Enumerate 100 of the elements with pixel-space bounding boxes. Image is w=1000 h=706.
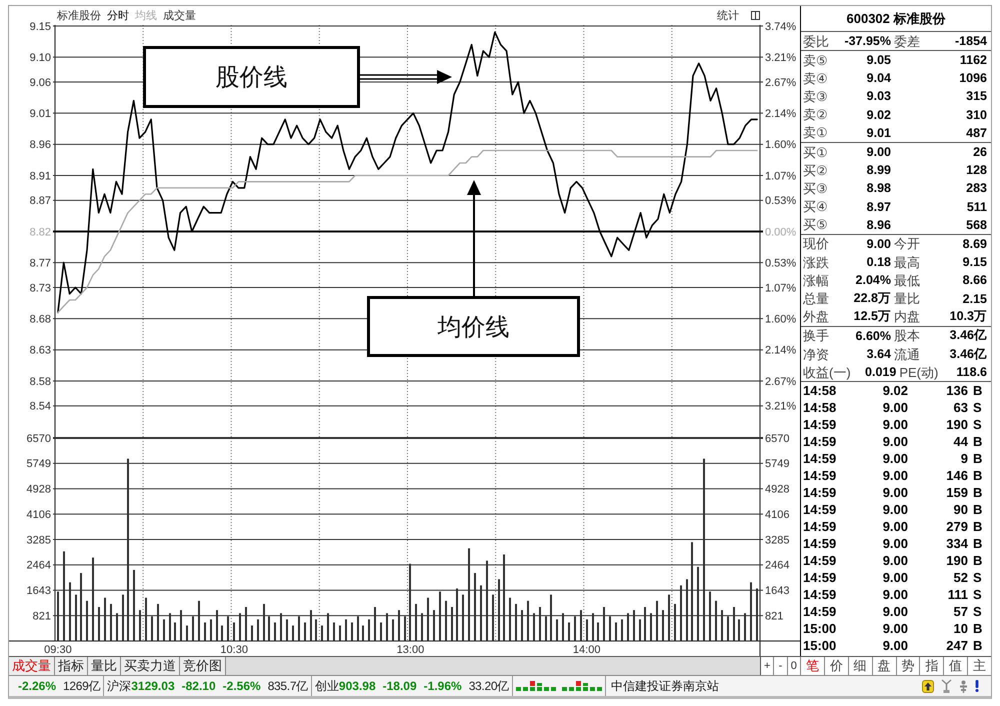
- order-volume: 310: [965, 108, 987, 122]
- percent-axis-label: 2.67%: [765, 376, 796, 388]
- order-label: 卖①: [803, 126, 829, 140]
- price-axis-label: 8.58: [30, 376, 51, 388]
- field-value: 22.8万: [852, 290, 892, 308]
- order-label: 卖④: [803, 72, 829, 85]
- field-value: 3.46亿: [948, 327, 987, 344]
- volume-axis-label: 4106: [26, 508, 51, 521]
- order-label: 卖⑤: [803, 54, 829, 67]
- volume-label: 成交量: [163, 8, 196, 23]
- percent-axis-label: 1.07%: [765, 170, 796, 182]
- trade-side: B: [972, 638, 984, 654]
- trade-volume: 90: [952, 502, 969, 518]
- order-label: 买③: [803, 182, 829, 195]
- trade-time: 14:59: [803, 451, 838, 466]
- field-value: -1854: [954, 34, 987, 48]
- index-name: 创业: [314, 678, 339, 694]
- trade-volume: 190: [945, 417, 969, 432]
- percent-axis-label: 0.53%: [765, 257, 796, 270]
- trade-volume: 136: [945, 383, 969, 398]
- trade-time: 14:59: [803, 417, 838, 432]
- callout-box: 均价线: [367, 296, 580, 357]
- price-axis-label: 8.73: [30, 282, 51, 294]
- order-price: 9.04: [866, 71, 892, 86]
- field-label: PE(动): [899, 366, 938, 379]
- trade-time: 14:59: [803, 587, 838, 602]
- trade-side: B: [972, 383, 984, 398]
- trade-price: 9.00: [882, 621, 909, 636]
- field-label: 涨幅: [803, 274, 830, 287]
- price-axis-label: 8.63: [30, 344, 51, 357]
- legend-label: 均线: [135, 9, 157, 23]
- trade-side: B: [972, 502, 984, 518]
- trade-time: 14:59: [803, 434, 838, 450]
- trade-side: S: [972, 417, 983, 432]
- index-name: 沪深: [107, 678, 132, 694]
- percent-axis-label: 0.00%: [765, 226, 796, 238]
- trade-side: B: [972, 553, 984, 568]
- index-change: -18.09: [382, 679, 417, 693]
- trade-volume: 334: [945, 536, 969, 552]
- field-label: 收益(一): [803, 366, 851, 379]
- trade-price: 9.00: [882, 417, 909, 432]
- price-axis-label: 8.87: [30, 195, 51, 208]
- trade-volume: 57: [952, 604, 969, 620]
- trade-volume: 146: [945, 468, 969, 484]
- field-value: 12.5万: [852, 308, 892, 326]
- field-value: 2.04%: [854, 273, 892, 288]
- trade-side: B: [972, 434, 984, 450]
- trade-time: 14:59: [803, 502, 838, 518]
- order-label: 卖②: [803, 108, 829, 122]
- trade-price: 9.00: [882, 468, 909, 484]
- field-value: 0.019: [864, 365, 898, 380]
- trade-price: 9.00: [882, 451, 909, 466]
- field-value: 9.15: [962, 255, 987, 270]
- trade-price: 9.00: [882, 536, 909, 552]
- trade-time: 14:59: [803, 570, 838, 586]
- index-change-percent: -1.96%: [424, 679, 462, 693]
- volume-axis-label: 3285: [765, 534, 790, 546]
- field-label: 总量: [803, 292, 830, 306]
- trade-price: 9.02: [882, 383, 909, 398]
- percent-axis-label: 2.14%: [765, 108, 796, 120]
- trade-side: B: [972, 451, 984, 466]
- field-label: 委差: [894, 34, 921, 48]
- field-label: 最低: [894, 274, 921, 287]
- legend-label: 分时: [107, 9, 129, 23]
- volume-axis-label: 3285: [26, 534, 51, 546]
- price-axis-label: 9.15: [30, 20, 51, 33]
- field-label: 量比: [894, 292, 921, 306]
- callout-box: 股价线: [143, 46, 360, 108]
- order-price: 9.01: [866, 126, 892, 140]
- trade-time: 14:58: [803, 383, 838, 398]
- price-axis-label: 8.54: [30, 400, 51, 413]
- trade-price: 9.00: [882, 604, 909, 620]
- order-price: 8.96: [866, 218, 892, 232]
- order-price: 8.97: [866, 200, 892, 214]
- field-label: 外盘: [803, 310, 830, 324]
- trade-price: 9.00: [882, 502, 909, 518]
- percent-axis-label: 3.21%: [765, 52, 796, 64]
- trade-volume: 9: [960, 451, 969, 466]
- order-volume: 1162: [958, 53, 987, 68]
- percent-axis-label: 2.67%: [765, 76, 796, 89]
- percent-axis-label: 3.74%: [765, 20, 796, 33]
- trade-side: S: [972, 604, 983, 620]
- order-volume: 1096: [958, 71, 987, 86]
- price-axis-label: 9.01: [30, 108, 51, 120]
- field-label: 委比: [803, 34, 830, 48]
- order-label: 买①: [803, 146, 829, 159]
- trade-time: 14:59: [803, 553, 838, 568]
- trade-time: 15:00: [803, 638, 838, 654]
- percent-axis-label: 1.60%: [765, 139, 796, 152]
- field-label: 今开: [894, 237, 921, 250]
- order-label: 买⑤: [803, 218, 829, 232]
- trade-side: B: [972, 485, 984, 500]
- stock-title: 600302 标准股份: [801, 6, 991, 32]
- trade-volume: 279: [945, 519, 969, 534]
- field-value: 3.46亿: [948, 346, 987, 363]
- trade-volume: 111: [946, 587, 969, 602]
- order-price: 8.99: [866, 163, 892, 178]
- time-axis-label: 09:30: [44, 644, 72, 656]
- trade-time: 14:59: [803, 604, 838, 620]
- percent-axis-label: 2.14%: [765, 344, 796, 357]
